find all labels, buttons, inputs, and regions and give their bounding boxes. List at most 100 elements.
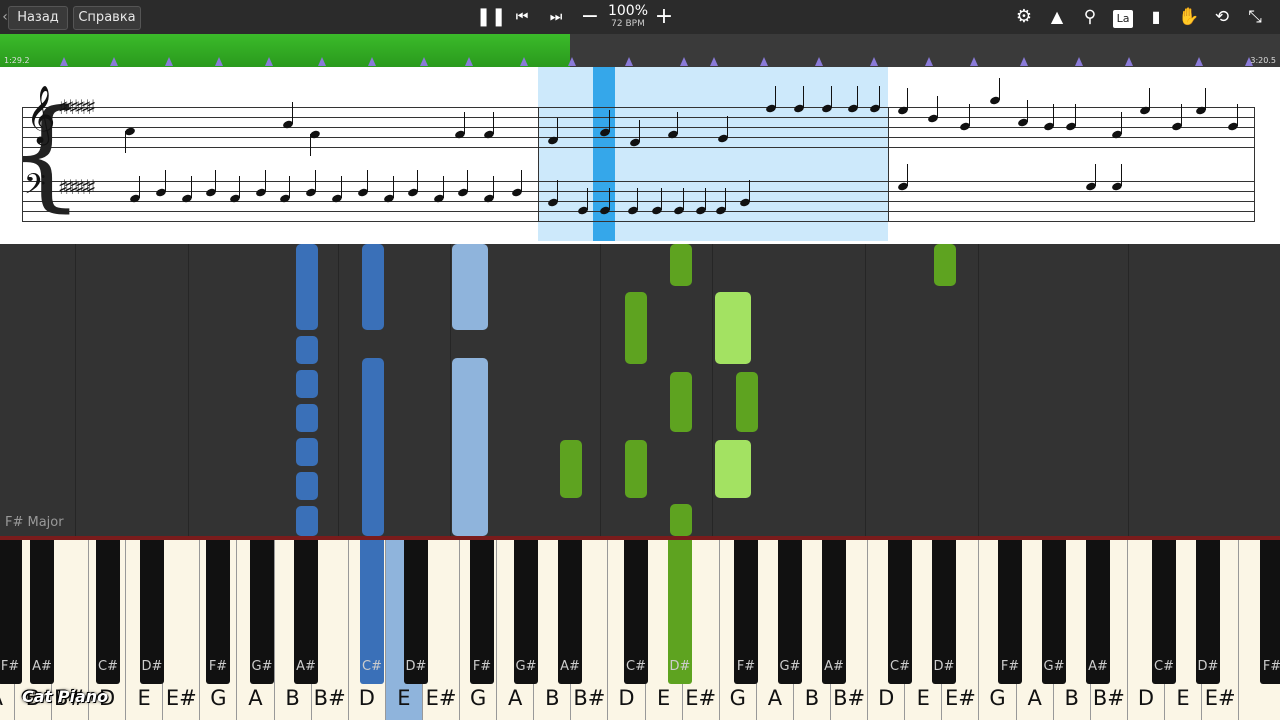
falling-note	[296, 370, 318, 398]
timeline-progress[interactable]: 1:29.2 3:20.5	[0, 34, 1280, 67]
falling-note	[452, 358, 488, 536]
playback-cursor	[593, 67, 615, 241]
black-key[interactable]: D#	[1196, 540, 1220, 684]
total-time: 3:20.5	[1250, 56, 1276, 65]
black-key[interactable]: D#	[932, 540, 956, 684]
falling-note	[362, 244, 384, 330]
elapsed-time: 1:29.2	[4, 56, 30, 65]
note-stem	[609, 110, 610, 132]
octave-gridline	[600, 244, 601, 536]
bookmark-icon[interactable]: ▮	[1144, 5, 1168, 29]
falling-note	[736, 372, 758, 432]
timeline-marker	[815, 57, 823, 66]
black-key[interactable]: F#	[1260, 540, 1280, 684]
black-key[interactable]: D#	[668, 540, 692, 684]
black-key-label: D#	[933, 659, 955, 674]
loop-icon[interactable]: ⟲	[1210, 5, 1234, 29]
piano-keyboard[interactable]: ABB#DEE#GABB#DEE#GABB#DEE#GABB#DEE#GABB#…	[0, 536, 1280, 720]
falling-note	[715, 292, 751, 364]
black-key-label: G#	[1043, 659, 1065, 674]
collapse-icon[interactable]: ⤡	[1243, 5, 1267, 29]
falling-note	[670, 504, 692, 536]
black-key[interactable]: A#	[294, 540, 318, 684]
black-key[interactable]: D#	[404, 540, 428, 684]
octave-gridline	[188, 244, 189, 536]
metronome-icon[interactable]: ▲	[1045, 5, 1069, 29]
black-key[interactable]: A#	[558, 540, 582, 684]
hand-icon[interactable]: ✋	[1177, 5, 1201, 29]
note-stem	[639, 120, 640, 142]
bass-key-signature: ♯♯♯♯♯♯	[58, 175, 96, 199]
note-stem	[907, 88, 908, 110]
black-key-label: G#	[251, 659, 273, 674]
white-key-label: D	[358, 686, 375, 710]
gear-icon[interactable]: ⚙	[1012, 5, 1036, 29]
black-key[interactable]: F#	[734, 540, 758, 684]
sheet-music[interactable]: { 𝄞 𝄢 ♯♯♯♯♯♯ ♯♯♯♯♯♯	[0, 67, 1280, 244]
tempo-plus-icon[interactable]: +	[652, 5, 676, 29]
black-key-label: A#	[32, 659, 52, 674]
black-key-label: C#	[1154, 659, 1174, 674]
black-key[interactable]: F#	[206, 540, 230, 684]
help-button[interactable]: Справка	[73, 6, 141, 30]
white-key-label: E	[137, 686, 151, 710]
pause-icon[interactable]: ❚❚	[476, 5, 506, 29]
skip-back-icon[interactable]: ⏮	[510, 5, 534, 29]
falling-note	[296, 336, 318, 364]
note-stem	[341, 176, 342, 198]
black-key[interactable]: C#	[888, 540, 912, 684]
staff-line	[22, 117, 1255, 118]
black-key[interactable]: C#	[1152, 540, 1176, 684]
note-stem	[637, 188, 638, 210]
note-roll: F# Major	[0, 244, 1280, 536]
white-key-label: G	[469, 686, 487, 710]
black-key[interactable]: A#	[822, 540, 846, 684]
falling-note	[362, 358, 384, 536]
note-stem	[139, 176, 140, 198]
timeline-marker	[970, 57, 978, 66]
black-key[interactable]: C#	[624, 540, 648, 684]
note-stem	[1121, 164, 1122, 186]
black-key-label: G#	[515, 659, 537, 674]
black-key[interactable]: F#	[0, 540, 22, 684]
black-key[interactable]: A#	[1086, 540, 1110, 684]
black-key[interactable]: C#	[96, 540, 120, 684]
note-stem	[683, 188, 684, 210]
black-key[interactable]: G#	[250, 540, 274, 684]
black-key[interactable]: D#	[140, 540, 164, 684]
treble-key-signature: ♯♯♯♯♯♯	[58, 95, 96, 119]
white-key[interactable]: E#	[163, 540, 201, 720]
search-icon[interactable]: ⚲	[1078, 5, 1102, 29]
staff-line	[22, 181, 1255, 182]
white-key-label: G	[989, 686, 1006, 710]
timeline-marker	[568, 57, 576, 66]
note-stem	[879, 86, 880, 108]
white-key-label: A	[508, 686, 523, 710]
note-stem	[1181, 104, 1182, 126]
black-key[interactable]: G#	[514, 540, 538, 684]
tempo-minus-icon[interactable]: −	[578, 5, 602, 29]
black-key-label: C#	[626, 659, 646, 674]
black-key-label: A#	[560, 659, 580, 674]
black-key[interactable]: G#	[1042, 540, 1066, 684]
note-label-icon[interactable]: La	[1111, 5, 1135, 29]
white-key-label: D	[618, 686, 635, 710]
black-key[interactable]: C#	[360, 540, 384, 684]
timeline-marker	[680, 57, 688, 66]
black-key-label: F#	[472, 659, 492, 674]
octave-gridline	[338, 244, 339, 536]
back-button[interactable]: Назад	[8, 6, 68, 30]
black-key[interactable]: G#	[778, 540, 802, 684]
staff-line	[22, 107, 1255, 108]
falling-note	[715, 440, 751, 498]
octave-gridline	[450, 244, 451, 536]
note-stem	[557, 180, 558, 202]
black-key-label: C#	[362, 659, 382, 674]
black-key[interactable]: F#	[998, 540, 1022, 684]
white-key[interactable]: E#	[423, 540, 461, 720]
falling-note	[625, 292, 647, 364]
black-key[interactable]: F#	[470, 540, 494, 684]
timeline-marker	[925, 57, 933, 66]
skip-forward-icon[interactable]: ⏭	[544, 5, 568, 29]
black-key[interactable]: A#	[30, 540, 54, 684]
